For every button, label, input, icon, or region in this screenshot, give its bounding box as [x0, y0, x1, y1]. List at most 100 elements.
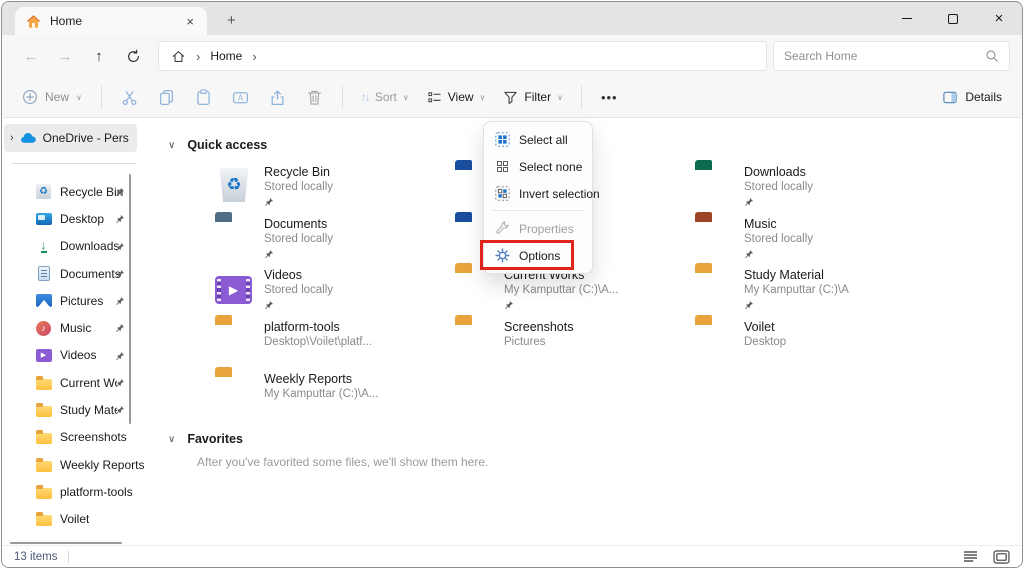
sidebar-item-weekly-reports[interactable]: Weekly Reports — [2, 451, 152, 478]
refresh-button[interactable] — [116, 41, 150, 71]
minimize-button[interactable] — [884, 2, 930, 35]
menu-item-select-none[interactable]: Select none — [484, 153, 592, 180]
documents-icon — [35, 265, 52, 282]
documents-folder-icon — [215, 217, 264, 269]
tile-voilet[interactable]: Voilet Desktop — [695, 320, 935, 372]
copy-button[interactable] — [148, 81, 185, 113]
filter-button[interactable]: Filter ∨ — [494, 81, 572, 113]
tile-weekly-reports[interactable]: Weekly Reports My Kamputtar (C:)\A... — [215, 372, 455, 424]
chevron-down-icon[interactable]: ∨ — [168, 434, 175, 445]
menu-item-invert-selection[interactable]: Invert selection — [484, 180, 592, 207]
details-button[interactable]: Details — [932, 81, 1012, 113]
statusbar-divider — [68, 551, 69, 563]
tab-home[interactable]: Home × — [15, 7, 207, 35]
sidebar-item-onedrive[interactable]: › OneDrive - Pers — [4, 124, 137, 152]
back-button[interactable]: ← — [14, 41, 48, 71]
new-tab-button[interactable]: + — [227, 13, 236, 28]
sidebar-item-screenshots[interactable]: Screenshots — [2, 424, 152, 451]
tile-platform-tools[interactable]: platform-tools Desktop\Voilet\platf... — [215, 320, 455, 372]
tile-study-material[interactable]: Study Material My Kamputtar (C:)\A — [695, 268, 935, 320]
favorites-header[interactable]: ∨ Favorites — [168, 432, 243, 446]
chevron-down-icon[interactable]: ∨ — [168, 140, 175, 151]
sidebar-horizontal-scrollbar[interactable] — [10, 542, 122, 545]
chevron-right-icon[interactable]: › — [10, 132, 14, 144]
recycle-bin-icon: ♻ — [215, 165, 264, 217]
tile-music[interactable]: ♪ Music Stored locally — [695, 217, 935, 269]
breadcrumb-home-icon[interactable] — [171, 49, 186, 64]
menu-item-properties[interactable]: Properties — [484, 215, 592, 242]
select-all-icon — [495, 132, 510, 147]
refresh-icon — [126, 49, 141, 64]
svg-text:A: A — [238, 93, 244, 102]
quick-access-title: Quick access — [187, 138, 267, 152]
pin-icon — [264, 299, 333, 309]
pin-icon — [264, 196, 333, 206]
tile-screenshots[interactable]: Screenshots Pictures — [455, 320, 695, 372]
pin-icon — [115, 377, 125, 391]
folder-icon — [455, 268, 504, 320]
sidebar-vertical-scrollbar[interactable] — [129, 174, 132, 424]
command-toolbar: New ∨ A — [2, 77, 1022, 118]
sidebar-item-voilet[interactable]: Voilet — [2, 506, 152, 533]
tab-close-icon[interactable]: × — [183, 14, 197, 29]
view-button[interactable]: View ∨ — [418, 81, 495, 113]
desktop-icon — [35, 210, 52, 227]
breadcrumb-home[interactable]: Home — [210, 49, 242, 63]
new-button-label: New — [45, 90, 69, 104]
tile-videos[interactable]: ▶ Videos Stored locally — [215, 268, 455, 320]
filter-label: Filter — [524, 90, 551, 104]
delete-button[interactable] — [296, 81, 333, 113]
downloads-folder-icon: ↓ — [695, 165, 744, 217]
pin-icon — [115, 322, 125, 336]
plus-circle-icon — [22, 89, 38, 105]
maximize-button[interactable] — [930, 2, 976, 35]
navigation-bar: ← → ↑ › Home › — [2, 35, 1022, 77]
maximize-icon — [948, 14, 958, 24]
cut-button[interactable] — [111, 81, 148, 113]
sidebar-divider — [12, 163, 136, 164]
close-button[interactable]: × — [976, 2, 1022, 35]
rename-icon: A — [232, 89, 249, 106]
share-button[interactable] — [259, 81, 296, 113]
pin-icon — [115, 295, 125, 309]
folder-icon — [35, 456, 52, 473]
view-toggles — [963, 550, 1010, 564]
folder-icon — [35, 483, 52, 500]
tile-documents[interactable]: Documents Stored locally — [215, 217, 455, 269]
pin-icon — [115, 404, 125, 418]
tile-downloads[interactable]: ↓ Downloads Stored locally — [695, 165, 935, 217]
up-button[interactable]: ↑ — [82, 41, 116, 71]
properties-wrench-icon — [495, 221, 510, 236]
home-tab-icon — [26, 14, 41, 29]
cut-icon — [121, 89, 138, 106]
music-icon: ♪ — [35, 320, 52, 337]
rename-button[interactable]: A — [222, 81, 259, 113]
tile-recycle-bin[interactable]: ♻ Recycle Bin Stored locally — [215, 165, 455, 217]
new-button[interactable]: New ∨ — [12, 81, 92, 113]
file-explorer-window: Home × + × ← → ↑ › Home › — [1, 1, 1023, 568]
folder-icon — [695, 268, 744, 320]
quick-access-header[interactable]: ∨ Quick access — [168, 138, 267, 152]
sidebar-item-platform-tools[interactable]: platform-tools — [2, 478, 152, 505]
menu-divider — [491, 210, 585, 211]
details-view-icon[interactable] — [963, 550, 978, 563]
folder-icon — [35, 374, 52, 391]
menu-item-select-all[interactable]: Select all — [484, 126, 592, 153]
videos-icon: ▶ — [35, 347, 52, 364]
search-box[interactable] — [773, 41, 1010, 71]
toolbar-divider — [581, 86, 582, 108]
search-input[interactable] — [784, 49, 979, 63]
pin-icon — [115, 186, 125, 200]
select-none-icon — [495, 159, 510, 174]
sort-button[interactable]: ↑↓ Sort ∨ — [352, 81, 418, 113]
invert-selection-icon — [495, 186, 510, 201]
tile-current-works[interactable]: Current Works My Kamputtar (C:)\A... — [455, 268, 695, 320]
options-highlight-box — [480, 240, 574, 270]
forward-button[interactable]: → — [48, 41, 82, 71]
see-more-button[interactable]: ••• — [591, 90, 628, 105]
address-bar[interactable]: › Home › — [158, 41, 767, 71]
grid-column-1: ♻ Recycle Bin Stored locally Documents S… — [215, 165, 455, 423]
paste-button[interactable] — [185, 81, 222, 113]
large-thumbnails-view-icon[interactable] — [993, 550, 1010, 564]
breadcrumb-separator-icon: › — [196, 49, 200, 64]
